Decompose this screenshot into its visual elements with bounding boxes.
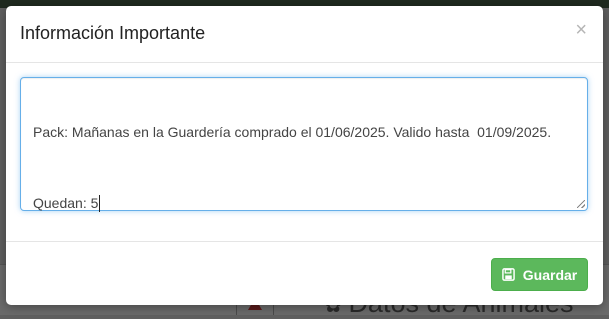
save-button-label: Guardar <box>522 266 578 283</box>
resize-handle[interactable] <box>577 200 585 208</box>
note-textarea[interactable]: Pack: Mañanas en la Guardería comprado e… <box>20 77 588 212</box>
modal-header: Información Importante × <box>6 6 603 63</box>
save-button[interactable]: Guardar <box>491 258 588 291</box>
modal-title: Información Importante <box>20 23 206 43</box>
info-modal: Información Importante × Pack: Mañanas e… <box>6 6 603 305</box>
note-line-remaining: Quedan: 5 <box>33 194 577 212</box>
modal-body: Pack: Mañanas en la Guardería comprado e… <box>6 63 603 241</box>
note-text: Pack: Mañanas en la Guardería comprado e… <box>33 87 577 248</box>
modal-footer: Guardar <box>6 241 603 306</box>
save-icon <box>501 268 515 281</box>
close-button[interactable]: × <box>575 20 587 40</box>
note-remaining-text: Quedan: 5 <box>33 195 99 211</box>
note-line-pack: Pack: Mañanas en la Guardería comprado e… <box>33 124 552 140</box>
text-caret <box>99 194 101 212</box>
